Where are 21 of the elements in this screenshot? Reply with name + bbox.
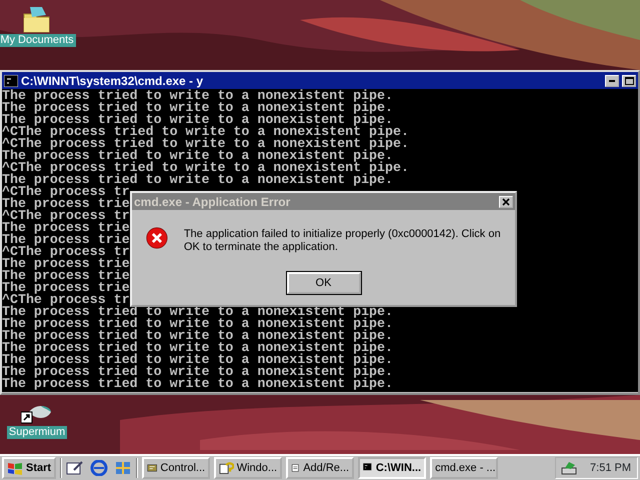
console-icon xyxy=(4,74,18,86)
taskbar-button[interactable]: C:\WIN... xyxy=(358,457,426,479)
maximize-button[interactable] xyxy=(622,74,636,86)
window-title: C:\WINNT\system32\cmd.exe - y xyxy=(21,72,204,89)
clock: 7:51 PM xyxy=(590,460,631,476)
ok-button[interactable]: OK xyxy=(286,272,360,294)
minimize-button[interactable] xyxy=(605,74,619,86)
minimize-icon xyxy=(609,80,615,82)
taskbar-button[interactable]: cmd.exe - ... xyxy=(430,457,498,479)
taskbar-button[interactable]: Control... xyxy=(142,457,210,479)
dialog-title: cmd.exe - Application Error xyxy=(134,194,290,210)
help-icon xyxy=(219,460,234,476)
maximize-icon xyxy=(624,76,634,84)
windows-logo-icon xyxy=(7,461,23,475)
start-button[interactable]: Start xyxy=(2,457,56,479)
taskbar-button[interactable]: Add/Re... xyxy=(286,457,354,479)
close-icon xyxy=(502,198,510,206)
close-button[interactable] xyxy=(499,196,513,208)
error-message: The application failed to initialize properly (0xc0000142). Click on OK to terminate the application. xyxy=(184,227,502,254)
taskbar-button[interactable]: Windo... xyxy=(214,457,282,479)
browser-icon[interactable] xyxy=(90,460,108,476)
